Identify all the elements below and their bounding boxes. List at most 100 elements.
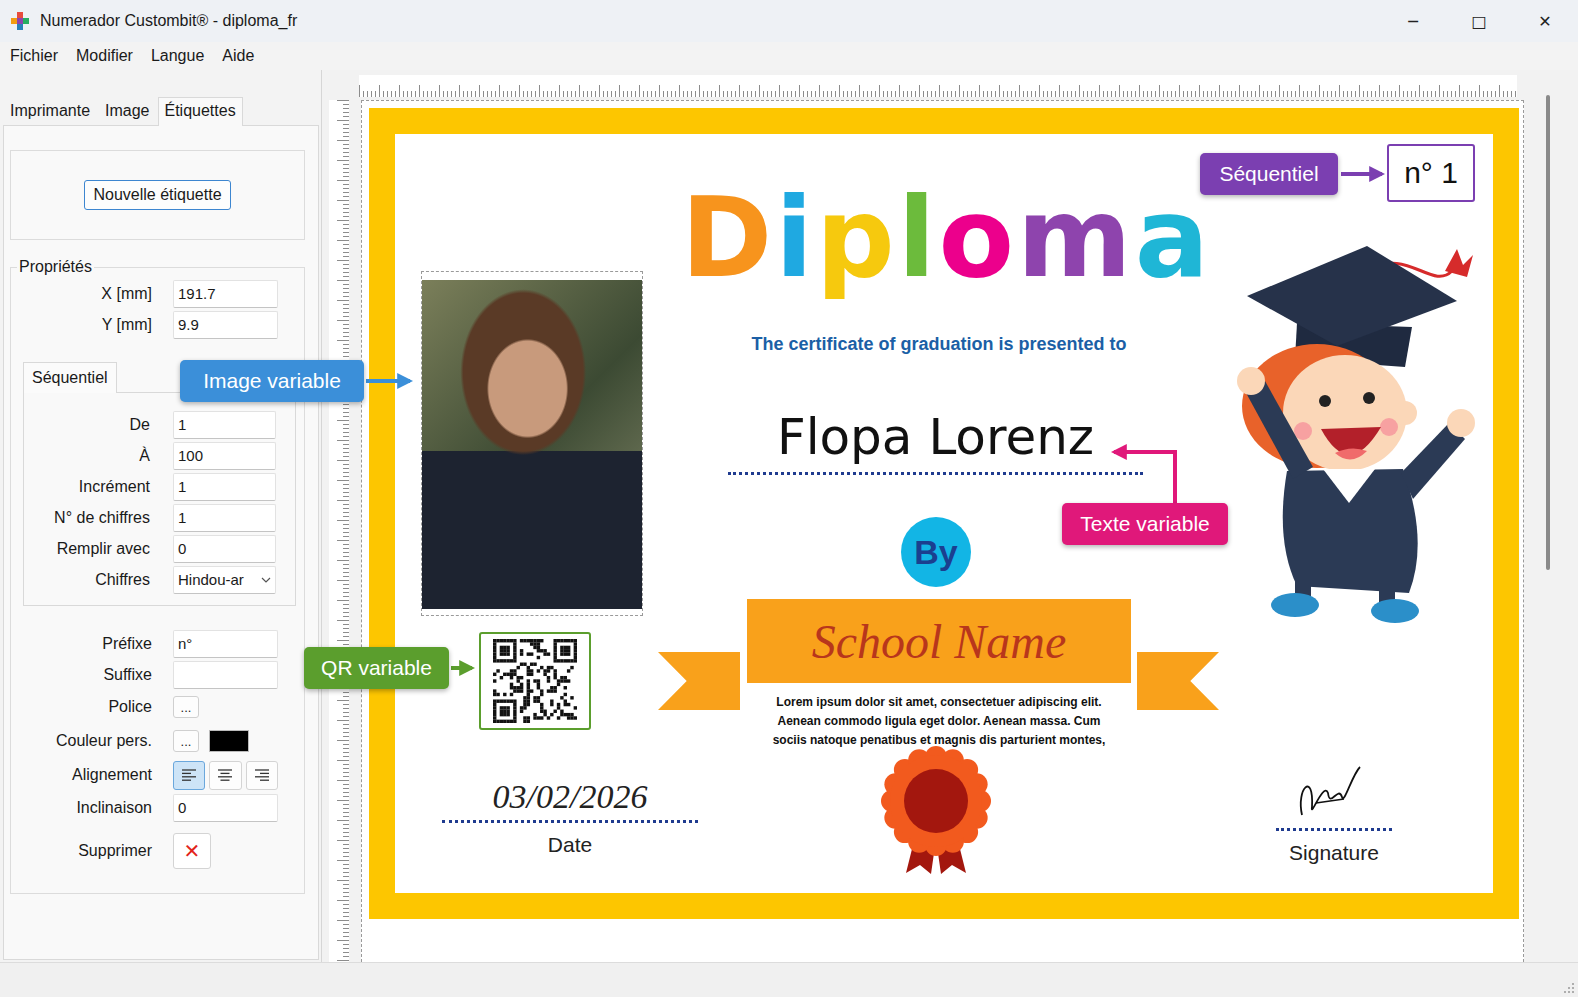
format-row: Supprimer ✕	[11, 823, 304, 879]
date-block: 03/02/2026 Date	[442, 778, 698, 857]
color-button[interactable]: ...	[173, 730, 199, 752]
title-letter: D	[681, 178, 775, 299]
field-label: Préfixe	[11, 635, 152, 653]
field-label: Alignement	[11, 766, 152, 784]
variable-image[interactable]	[421, 271, 643, 616]
field-label: Y [mm]	[11, 316, 152, 334]
graduate-icon	[1217, 241, 1482, 626]
text-field[interactable]: n°	[173, 630, 278, 658]
text-field[interactable]: 191.7	[173, 280, 278, 308]
sequential-number[interactable]: n° 1	[1387, 144, 1475, 202]
field-label: Inclinaison	[11, 799, 152, 817]
sequence-row: Incrément 1	[24, 471, 295, 502]
tab[interactable]: Imprimante	[3, 97, 97, 125]
field-label: Chiffres	[24, 571, 150, 589]
seal-icon	[876, 745, 996, 875]
sequential-panel: De1À100Incrément1N° de chiffres1Remplir …	[23, 392, 296, 606]
annotation-callout: Image variable	[180, 360, 364, 402]
field-label: Couleur pers.	[11, 732, 152, 750]
window-controls: ─□✕	[1380, 0, 1578, 42]
color-swatch[interactable]	[209, 730, 249, 752]
resize-grip-icon[interactable]	[1563, 982, 1575, 994]
annotation-arrows	[0, 0, 1578, 997]
date-value: 03/02/2026	[442, 778, 698, 816]
close-button[interactable]: ✕	[1512, 0, 1578, 42]
title-letter: p	[816, 178, 898, 299]
variable-text[interactable]: Flopa Lorenz	[728, 408, 1143, 475]
font-cell: ...	[173, 696, 278, 718]
delete-button[interactable]: ✕	[173, 833, 211, 869]
annotation-arrow	[1114, 452, 1175, 503]
sequence-row: De 1	[24, 409, 295, 440]
menu-item[interactable]: Aide	[213, 47, 263, 65]
diploma-title: Diploma	[681, 178, 1212, 299]
field-label: De	[24, 416, 150, 434]
text-field[interactable]: 9.9	[173, 311, 278, 339]
maximize-button[interactable]: □	[1446, 0, 1512, 42]
new-label-group: Nouvelle étiquette	[10, 150, 305, 240]
text-field[interactable]: 100	[173, 442, 276, 470]
text-field[interactable]: 0	[173, 794, 278, 822]
vertical-scrollbar[interactable]	[1546, 95, 1550, 570]
date-line	[442, 820, 698, 823]
student-photo	[422, 280, 642, 609]
field-label: Remplir avec	[24, 540, 150, 558]
color-cell: ...	[173, 730, 278, 752]
new-label-button[interactable]: Nouvelle étiquette	[84, 180, 230, 210]
align-icon	[254, 768, 270, 782]
app-window: Numerador Custombit® - diploma_fr─□✕Fich…	[0, 0, 1578, 997]
left-panel: ImprimanteImageÉtiquettes Nouvelle étique…	[0, 70, 322, 962]
window-title: Numerador Custombit® - diploma_fr	[40, 12, 297, 30]
field-label: Suffixe	[11, 666, 152, 684]
sequential-value: n° 1	[1404, 156, 1458, 190]
qr-code-icon	[493, 639, 577, 723]
format-row: Préfixe n°	[11, 628, 304, 659]
align-button[interactable]	[209, 761, 241, 790]
field-label: À	[24, 447, 150, 465]
text-field[interactable]: 1	[173, 473, 276, 501]
align-button[interactable]	[173, 761, 205, 790]
annotation-callout: Texte variable	[1062, 503, 1228, 545]
digits-select[interactable]: Hindou-ar	[173, 566, 276, 594]
minimize-button[interactable]: ─	[1380, 0, 1446, 42]
menu-item[interactable]: Fichier	[1, 47, 67, 65]
properties-group: PropriétésX [mm]191.7Y [mm]9.9Séquentiel…	[10, 258, 305, 894]
sequence-row: Remplir avec 0	[24, 533, 295, 564]
text-field[interactable]: 1	[173, 411, 276, 439]
signature-label: Signature	[1289, 841, 1379, 865]
diploma-subtitle: The certificate of graduation is present…	[699, 334, 1179, 355]
text-field[interactable]	[173, 661, 278, 689]
title-letter: o	[939, 178, 1018, 299]
font-button[interactable]: ...	[173, 696, 199, 718]
diploma: Diploma The certificate of graduation is …	[369, 108, 1519, 919]
vertical-ruler	[329, 100, 349, 962]
tab[interactable]: Étiquettes	[158, 97, 243, 126]
menu-item[interactable]: Modifier	[67, 47, 142, 65]
format-row: Alignement	[11, 758, 304, 792]
text-field[interactable]: 0	[173, 535, 276, 563]
date-label: Date	[442, 833, 698, 857]
variable-qr[interactable]	[479, 632, 591, 730]
school-ribbon: School Name	[747, 599, 1131, 683]
tab[interactable]: Image	[98, 97, 156, 125]
field-label: Supprimer	[11, 842, 152, 860]
title-letter: m	[1017, 178, 1135, 299]
format-row: Inclinaison 0	[11, 792, 304, 823]
alignment-buttons	[173, 761, 278, 790]
text-field[interactable]: 1	[173, 504, 276, 532]
align-icon	[217, 768, 233, 782]
page: Diploma The certificate of graduation is …	[361, 100, 1524, 962]
recipient-name: Flopa Lorenz	[777, 408, 1094, 466]
title-letter: a	[1135, 178, 1212, 299]
format-row: Couleur pers....	[11, 724, 304, 758]
menu-item[interactable]: Langue	[142, 47, 213, 65]
field-label: Incrément	[24, 478, 150, 496]
field-label: Police	[11, 698, 152, 716]
sequential-tab[interactable]: Séquentiel	[23, 362, 117, 393]
align-icon	[181, 768, 197, 782]
signature-block: Signature	[1259, 763, 1409, 865]
ruler-corner	[329, 75, 349, 97]
description: Lorem ipsum dolor sit amet, consectetuer…	[699, 693, 1179, 750]
delete-cell: ✕	[173, 833, 278, 869]
align-button[interactable]	[246, 761, 278, 790]
